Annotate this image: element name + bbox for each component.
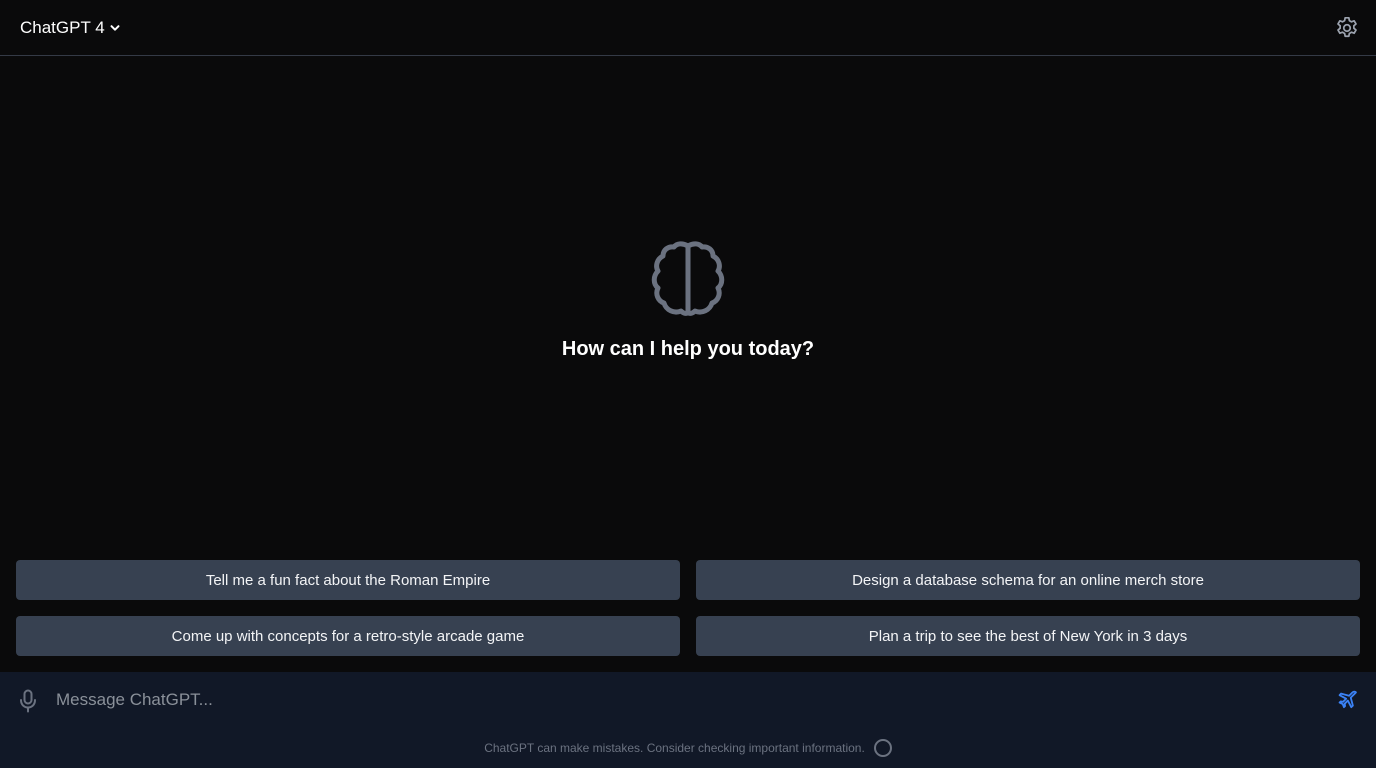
suggestion-button[interactable]: Design a database schema for an online m… <box>696 560 1360 600</box>
top-bar: ChatGPT 4 <box>0 0 1376 56</box>
chevron-down-icon <box>109 22 121 34</box>
message-input[interactable] <box>56 686 1306 714</box>
model-selector[interactable]: ChatGPT 4 <box>20 16 121 40</box>
microphone-icon[interactable] <box>18 689 38 713</box>
paper-plane-icon[interactable] <box>1337 689 1359 711</box>
model-label: ChatGPT 4 <box>20 18 105 37</box>
gear-icon[interactable] <box>1334 15 1360 41</box>
suggestion-button[interactable]: Tell me a fun fact about the Roman Empir… <box>16 560 680 600</box>
chat-app: ChatGPT 4 How can I help you today? Tell… <box>0 0 1376 768</box>
brain-icon <box>650 240 726 318</box>
welcome-heading: How can I help you today? <box>561 338 815 360</box>
suggestion-button[interactable]: Plan a trip to see the best of New York … <box>696 616 1360 656</box>
disclaimer-row: ChatGPT can make mistakes. Consider chec… <box>0 736 1376 760</box>
disclaimer-text: ChatGPT can make mistakes. Consider chec… <box>484 741 865 755</box>
composer: ChatGPT can make mistakes. Consider chec… <box>0 672 1376 768</box>
suggestion-button[interactable]: Come up with concepts for a retro-style … <box>16 616 680 656</box>
circle-icon[interactable] <box>873 739 892 757</box>
